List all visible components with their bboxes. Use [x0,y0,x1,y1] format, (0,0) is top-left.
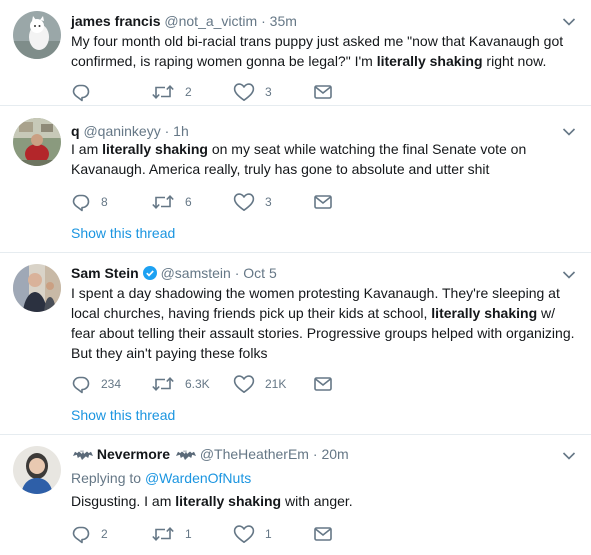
like-count: 1 [265,527,272,541]
display-name[interactable]: Nevermore [97,446,170,462]
timestamp[interactable]: Oct 5 [243,265,276,281]
retweet-icon [151,524,175,544]
message-icon [313,524,333,544]
like-count: 3 [265,85,272,99]
retweet-button[interactable]: 6 [151,192,192,212]
message-button[interactable] [313,192,333,212]
message-button[interactable] [313,524,333,544]
bat-emoji-icon [71,449,93,461]
retweet-icon [151,374,175,394]
like-count: 21K [265,377,287,391]
retweet-button[interactable]: 1 [151,524,192,544]
timestamp[interactable]: 20m [321,446,348,462]
chevron-down-icon[interactable] [562,17,576,27]
retweet-count: 6.3K [185,377,210,391]
avatar[interactable] [13,446,61,494]
retweet-count: 1 [185,527,192,541]
avatar[interactable] [13,11,61,59]
replying-to: Replying to @WardenOfNuts [71,470,252,486]
avatar[interactable] [13,118,61,166]
reply-count: 8 [101,195,108,209]
like-icon [233,524,255,544]
reply-button[interactable]: 2 [71,524,108,544]
like-count: 3 [265,195,272,209]
reply-button[interactable]: 8 [71,192,108,212]
tweet-text: Disgusting. I am literally shaking with … [71,493,353,509]
retweet-icon [151,192,175,212]
separator-dot: · [261,13,266,29]
message-button[interactable] [313,374,333,394]
highlight-keyword: literally shaking [376,53,483,69]
tweet[interactable]: james francis @not_a_victim · 35m My fou… [0,0,591,106]
tweet-header: q @qaninkeyy · 1h [71,122,189,140]
user-handle[interactable]: @TheHeatherEm [200,446,309,462]
avatar[interactable] [13,264,61,312]
tweet[interactable]: Sam Stein @samstein · Oct 5 I spent a da… [0,254,591,435]
reply-button[interactable] [71,82,101,102]
tweet[interactable]: q @qaninkeyy · 1h I am literally shaking… [0,107,591,253]
retweet-count: 6 [185,195,192,209]
tweet[interactable]: Nevermore @TheHeatherEm · 20m Replying t… [0,436,591,555]
user-handle[interactable]: @not_a_victim [164,13,257,29]
reply-count: 234 [101,377,122,391]
tweet-header: james francis @not_a_victim · 35m [71,12,297,30]
like-button[interactable]: 1 [233,524,272,544]
tweet-header: Nevermore @TheHeatherEm · 20m [71,445,349,463]
verified-badge-icon [142,266,157,280]
chevron-down-icon[interactable] [562,127,576,137]
like-icon [233,374,255,394]
reply-count: 2 [101,527,108,541]
timestamp[interactable]: 35m [270,13,297,29]
message-icon [313,192,333,212]
bat-emoji-icon [174,449,196,461]
tweet-text: I spent a day shadowing the women protes… [71,285,575,361]
tweet-actions: 2 3 [71,82,471,102]
highlight-keyword: literally shaking [102,141,208,157]
highlight-keyword: literally shaking [431,305,538,321]
highlight-keyword: literally shaking [175,493,282,509]
display-name[interactable]: Sam Stein [71,265,139,281]
separator-dot: · [312,446,318,462]
retweet-icon [151,82,175,102]
show-thread-link[interactable]: Show this thread [71,224,175,242]
like-button[interactable]: 3 [233,192,272,212]
chevron-down-icon[interactable] [562,270,576,280]
like-button[interactable]: 21K [233,374,286,394]
reply-icon [71,524,91,544]
replying-to-handle[interactable]: @WardenOfNuts [145,470,251,486]
retweet-button[interactable]: 2 [151,82,192,102]
chevron-down-icon[interactable] [562,451,576,461]
message-icon [313,374,333,394]
tweet-actions: 234 6.3K 21K [71,374,471,394]
display-name[interactable]: q [71,123,80,139]
separator-dot: · [164,123,170,139]
like-button[interactable]: 3 [233,82,272,102]
user-handle[interactable]: @qaninkeyy [83,123,160,139]
retweet-count: 2 [185,85,192,99]
tweet-actions: 8 6 3 [71,192,471,212]
timestamp[interactable]: 1h [173,123,189,139]
message-button[interactable] [313,82,333,102]
like-icon [233,82,255,102]
display-name[interactable]: james francis [71,13,161,29]
reply-icon [71,82,91,102]
reply-button[interactable]: 234 [71,374,121,394]
reply-icon [71,192,91,212]
tweet-text: My four month old bi-racial trans puppy … [71,33,564,69]
user-handle[interactable]: @samstein [161,265,231,281]
show-thread-link[interactable]: Show this thread [71,406,175,424]
like-icon [233,192,255,212]
message-icon [313,82,333,102]
retweet-button[interactable]: 6.3K [151,374,210,394]
tweet-header: Sam Stein @samstein · Oct 5 [71,264,277,282]
reply-icon [71,374,91,394]
tweet-actions: 2 1 1 [71,524,471,544]
separator-dot: · [234,265,240,281]
tweet-text: I am literally shaking on my seat while … [71,141,527,177]
